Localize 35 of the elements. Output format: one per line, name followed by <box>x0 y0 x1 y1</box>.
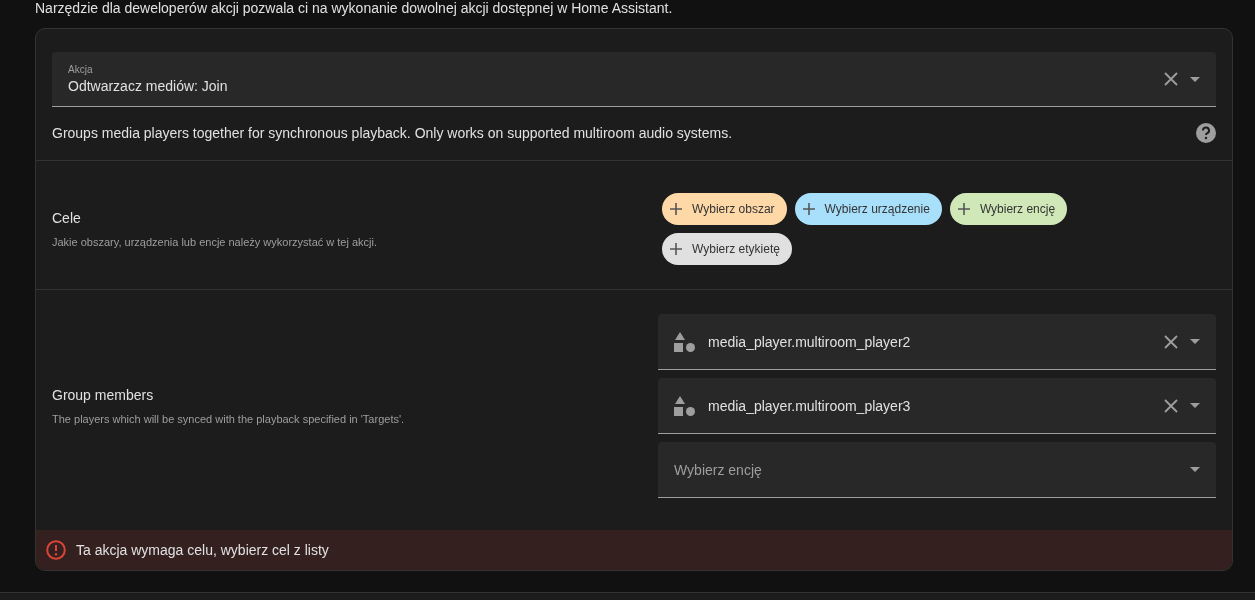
add-target-chip[interactable]: Wybierz encję <box>949 193 1068 225</box>
add-target-chip[interactable]: Wybierz obszar <box>662 193 787 225</box>
add-target-chip[interactable]: Wybierz urządzenie <box>794 193 942 225</box>
plus-icon <box>670 243 682 255</box>
help-icon[interactable] <box>1196 123 1216 143</box>
plus-icon <box>957 203 970 215</box>
close-icon[interactable] <box>1164 398 1178 413</box>
add-target-chip[interactable]: Wybierz etykietę <box>662 233 792 265</box>
section-subtitle: The players which will be synced with the playback specified in 'Targets'. <box>52 413 406 425</box>
entity-picker[interactable]: media_player.multiroom_player2 <box>658 314 1216 370</box>
entity-id: media_player.multiroom_player3 <box>708 397 912 414</box>
action-description: Groups media players together for synchronous playback. Only works on supported multiroom audio systems. <box>52 125 734 141</box>
field-value: Odtwarzacz mediów: Join <box>68 78 229 94</box>
plus-icon <box>670 203 682 215</box>
field-label: Akcja <box>68 64 94 75</box>
intro-text: Narzędzie dla deweloperów akcji pozwala ci na wykonanie dowolnej akcji dostępnej w Home Assistant. <box>35 0 674 16</box>
shapes-icon <box>674 395 696 416</box>
entity-id: media_player.multiroom_player2 <box>708 333 912 350</box>
shapes-icon <box>674 331 696 352</box>
placeholder-text: Wybierz encję <box>674 461 763 478</box>
close-icon[interactable] <box>1164 72 1178 86</box>
caret-icon[interactable] <box>1190 76 1200 82</box>
plus-icon <box>802 203 815 215</box>
entity-picker[interactable]: Wybierz encję <box>658 442 1216 498</box>
section-title: Group members <box>52 387 155 403</box>
close-icon[interactable] <box>1164 334 1178 349</box>
error-message: Ta akcja wymaga celu, wybierz cel z listy <box>76 542 329 558</box>
caret-icon[interactable] <box>1190 403 1200 408</box>
action-select[interactable]: Akcja Odtwarzacz mediów: Join <box>52 52 1216 107</box>
entity-picker[interactable]: media_player.multiroom_player3 <box>658 378 1216 434</box>
caret-icon[interactable] <box>1190 467 1200 472</box>
error-icon <box>46 540 66 560</box>
section-subtitle: Jakie obszary, urządzenia lub encje należy wykorzystać w tej akcji. <box>52 236 379 248</box>
caret-icon[interactable] <box>1190 339 1200 344</box>
section-title: Cele <box>52 210 82 226</box>
